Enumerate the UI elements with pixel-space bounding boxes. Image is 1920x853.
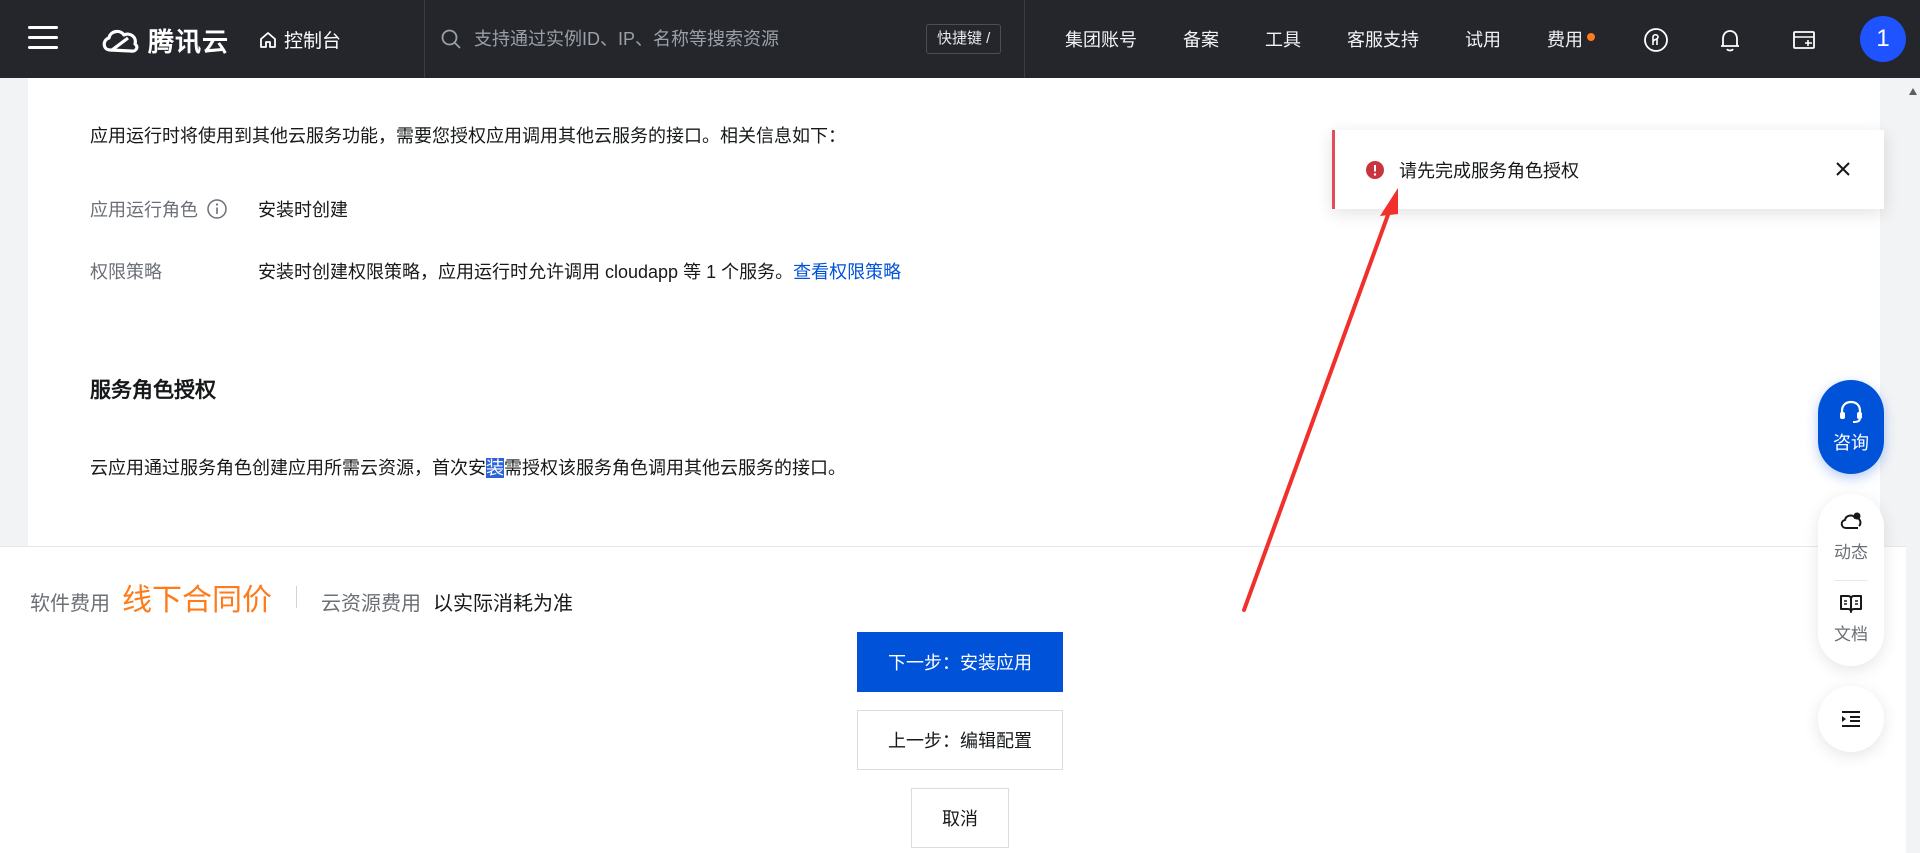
- nav-group-account[interactable]: 集团账号: [1065, 26, 1137, 52]
- side-docs-button[interactable]: 文档: [1818, 592, 1884, 645]
- prev-edit-config-button[interactable]: 上一步：编辑配置: [857, 710, 1063, 770]
- headset-icon: [1840, 400, 1862, 423]
- avatar[interactable]: 1: [1860, 16, 1906, 62]
- page-scrollbar[interactable]: [1906, 78, 1920, 853]
- nav-billing[interactable]: 费用: [1547, 26, 1595, 52]
- error-icon: [1366, 160, 1384, 179]
- policy-text: 安装时创建权限策略，应用运行时允许调用 cloudapp 等 1 个服务。: [258, 262, 794, 282]
- side-news-label: 动态: [1834, 543, 1868, 562]
- role-value: 安装时创建: [258, 200, 348, 220]
- nav-tools[interactable]: 工具: [1265, 26, 1301, 52]
- error-toast: 请先完成服务角色授权: [1332, 130, 1884, 209]
- policy-value: 安装时创建权限策略，应用运行时允许调用 cloudapp 等 1 个服务。查看权…: [258, 258, 901, 284]
- billing-card-icon[interactable]: [1790, 26, 1818, 54]
- book-icon: [1840, 595, 1862, 613]
- shortcut-hint-button[interactable]: 快捷键 /: [926, 24, 1002, 54]
- desc-text-before: 云应用通过服务角色创建应用所需云资源，首次安: [90, 458, 486, 478]
- nav-divider: [424, 0, 425, 78]
- intro-text: 应用运行时将使用到其他云服务功能，需要您授权应用调用其他云服务的接口。相关信息如…: [90, 126, 846, 146]
- next-install-button[interactable]: 下一步：安装应用: [857, 632, 1063, 692]
- cloud-bell-icon: [1840, 512, 1862, 529]
- side-news-button[interactable]: 动态: [1818, 510, 1884, 563]
- role-key: 应用运行角色: [90, 196, 258, 222]
- info-icon[interactable]: [206, 198, 228, 220]
- search-input[interactable]: [474, 28, 954, 50]
- nav-divider: [1024, 0, 1025, 78]
- global-search[interactable]: [440, 24, 1000, 54]
- desc-text-after: 需授权该服务角色调用其他云服务的接口。: [504, 458, 846, 478]
- software-fee-label: 软件费用: [30, 593, 110, 615]
- brand-name: 腾讯云: [148, 27, 230, 57]
- top-nav: 腾讯云 控制台 快捷键 / 集团账号 备案 工具 客服支持 试用 费用 1: [0, 0, 1920, 78]
- list-indent-icon: [1842, 711, 1860, 727]
- brand-logo[interactable]: 腾讯云: [100, 22, 229, 59]
- consult-button[interactable]: 咨询: [1818, 380, 1884, 474]
- cloud-fee-value: 以实际消耗为准: [433, 593, 573, 615]
- cloud-fee-label: 云资源费用: [321, 593, 421, 615]
- policy-label: 权限策略: [90, 262, 162, 282]
- nav-trial[interactable]: 试用: [1465, 26, 1501, 52]
- software-fee-value: 线下合同价: [122, 584, 272, 617]
- side-toc-button[interactable]: [1818, 686, 1884, 752]
- nav-filing[interactable]: 备案: [1183, 26, 1219, 52]
- role-label: 应用运行角色: [90, 200, 198, 220]
- scroll-up-arrow-icon[interactable]: [1909, 88, 1917, 95]
- selected-text: 装: [486, 458, 504, 478]
- search-icon: [441, 29, 461, 49]
- side-divider: [1834, 580, 1868, 581]
- fee-divider: [296, 586, 297, 608]
- miniprogram-icon[interactable]: [1642, 26, 1670, 54]
- policy-row: 权限策略 安装时创建权限策略，应用运行时允许调用 cloudapp 等 1 个服…: [90, 258, 901, 284]
- console-link[interactable]: 控制台: [258, 26, 341, 53]
- role-row: 应用运行角色 安装时创建: [90, 196, 348, 222]
- bell-icon[interactable]: [1716, 26, 1744, 54]
- console-label: 控制台: [284, 31, 342, 52]
- nav-links: 集团账号 备案 工具 客服支持 试用 费用: [1065, 0, 1629, 78]
- section-title: 服务角色授权: [90, 379, 216, 402]
- billing-badge-dot: [1587, 33, 1595, 41]
- close-icon[interactable]: [1832, 158, 1854, 180]
- nav-support[interactable]: 客服支持: [1347, 26, 1419, 52]
- fee-summary: 软件费用 线下合同价 云资源费用 以实际消耗为准: [30, 575, 573, 619]
- nav-billing-label: 费用: [1547, 30, 1583, 50]
- home-icon: [260, 31, 276, 48]
- toast-message: 请先完成服务角色授权: [1399, 160, 1579, 181]
- view-policy-link[interactable]: 查看权限策略: [793, 262, 901, 282]
- cancel-button[interactable]: 取消: [911, 788, 1009, 848]
- side-tool-group: 动态 文档: [1818, 494, 1884, 666]
- side-docs-label: 文档: [1834, 625, 1868, 644]
- hamburger-menu-icon[interactable]: [28, 26, 58, 52]
- consult-label: 咨询: [1833, 433, 1869, 453]
- footer-action-bar: 软件费用 线下合同价 云资源费用 以实际消耗为准 下一步：安装应用 上一步：编辑…: [0, 546, 1920, 853]
- cloud-logo-icon: [102, 29, 139, 53]
- section-description: 云应用通过服务角色创建应用所需云资源，首次安装需授权该服务角色调用其他云服务的接…: [90, 454, 846, 480]
